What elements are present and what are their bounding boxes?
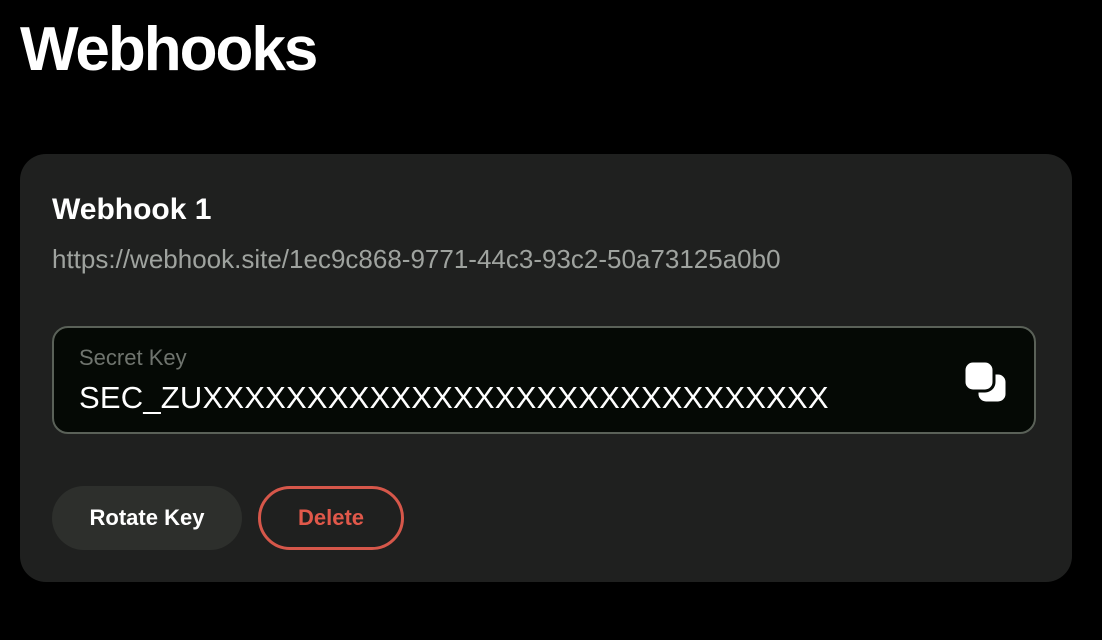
rotate-key-button[interactable]: Rotate Key bbox=[52, 486, 242, 550]
webhook-name: Webhook 1 bbox=[52, 193, 212, 226]
delete-button[interactable]: Delete bbox=[258, 486, 404, 550]
copy-icon bbox=[962, 360, 1009, 405]
secret-key-field[interactable]: Secret Key SEC_ZUXXXXXXXXXXXXXXXXXXXXXXX… bbox=[52, 326, 1036, 434]
copy-secret-button[interactable] bbox=[962, 360, 1010, 406]
page-title: Webhooks bbox=[20, 15, 318, 84]
webhook-card: Webhook 1 https://webhook.site/1ec9c868-… bbox=[20, 154, 1072, 582]
secret-key-value[interactable]: SEC_ZUXXXXXXXXXXXXXXXXXXXXXXXXXXXXXX bbox=[79, 378, 829, 418]
webhook-url: https://webhook.site/1ec9c868-9771-44c3-… bbox=[52, 244, 781, 274]
secret-key-label: Secret Key bbox=[79, 345, 187, 370]
